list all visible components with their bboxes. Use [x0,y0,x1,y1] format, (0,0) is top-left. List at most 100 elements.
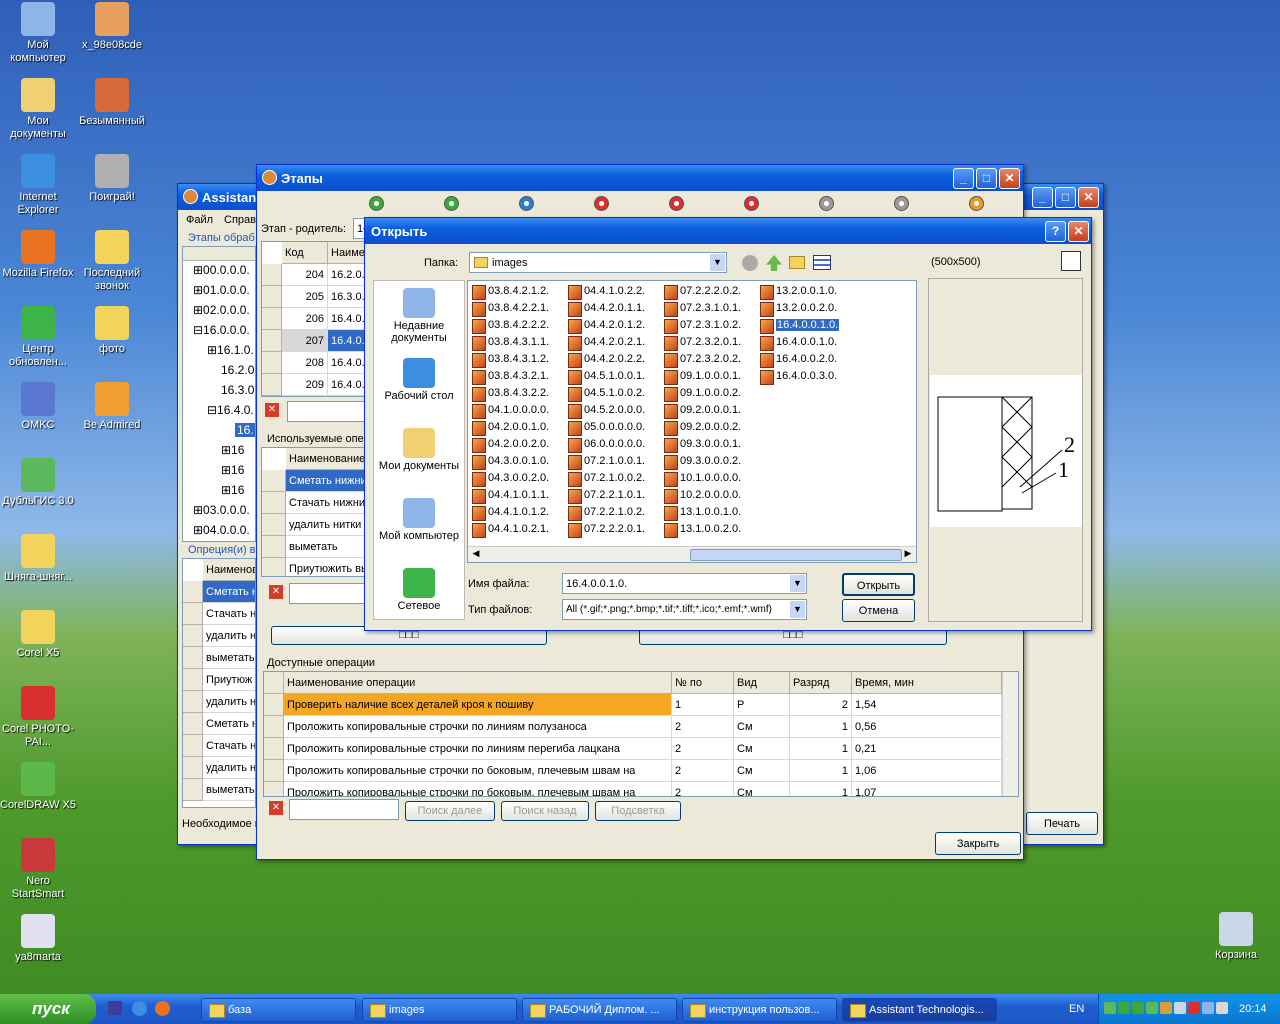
place-recent-docs[interactable]: Недавние документы [377,288,461,344]
row-selector[interactable] [262,558,286,576]
file-item[interactable]: 04.3.0.0.1.0. [470,454,549,470]
file-item[interactable]: 16.4.0.0.1.0. [758,318,840,334]
stage-name[interactable]: 16.4.0. [328,374,364,396]
stage-code[interactable]: 204 [282,264,328,286]
quicklaunch-save-icon[interactable] [108,1001,122,1015]
file-item[interactable]: 04.4.1.0.2.2. [566,284,645,300]
tree-item[interactable]: ⊟16.0.0.0. [193,323,250,337]
desktop-icon[interactable]: Центр обновлен... [0,306,76,369]
stage-code[interactable]: 205 [282,286,328,308]
next-icon[interactable] [594,196,609,211]
file-item[interactable]: 04.4.1.0.2.1. [470,522,549,538]
desktop-icon[interactable]: OMKC [0,382,76,432]
desktop-icon[interactable]: ДубльГИС 3.0 [0,458,76,508]
op-name[interactable]: Проложить копировальные строчки по боков… [284,782,672,796]
file-item[interactable]: 04.4.1.0.1.1. [470,488,549,504]
place-my-documents[interactable]: Мои документы [377,428,461,472]
file-item[interactable]: 04.3.0.0.2.0. [470,471,549,487]
tree-item[interactable]: 16. [235,423,255,437]
desktop-icon[interactable]: Corel X5 [0,610,76,660]
scroll-right-icon[interactable]: ▶ [901,548,915,561]
file-item[interactable]: 04.4.2.0.2.2. [566,352,645,368]
view-menu-icon[interactable] [813,255,831,270]
row-selector[interactable] [264,782,284,796]
ops-row[interactable]: Стачать н [203,603,255,625]
row-selector[interactable] [262,536,286,558]
desktop-icon[interactable]: Corel PHOTO-PAI... [0,686,76,749]
minimize-button[interactable]: _ [1032,187,1053,208]
file-item[interactable]: 03.8.4.3.2.1. [470,369,549,385]
tree-item[interactable]: ⊞16 [221,443,244,457]
ops-row[interactable]: Сметать н [203,581,255,603]
tree-item[interactable]: ⊞16 [221,483,244,497]
file-item[interactable]: 07.2.3.2.0.2. [662,352,741,368]
tray-icon[interactable] [1118,1002,1130,1014]
search-prev-button[interactable]: Поиск назад [501,801,589,821]
scroll-left-icon[interactable]: ◀ [469,548,483,561]
stage-code[interactable]: 207 [282,330,328,352]
file-item[interactable]: 10.2.0.0.0.0. [662,488,741,504]
clear-filter-icon[interactable]: ✕ [265,403,279,417]
tray-icon[interactable] [1174,1002,1186,1014]
used-ops-grid[interactable]: Наименование Сметать нижни Стачать нижни у… [261,447,365,577]
tree-item[interactable]: 16.3.0. [221,383,255,397]
maximize-button[interactable]: □ [976,168,997,189]
row-selector[interactable] [183,581,203,603]
op-grade[interactable]: 2 [790,694,852,716]
highlight-button[interactable]: Подсветка [595,801,681,821]
op-grade[interactable]: 1 [790,760,852,782]
op-kind[interactable]: См [734,760,790,782]
desktop-icon[interactable]: Безымянный [74,78,150,128]
quicklaunch-firefox-icon[interactable] [155,1001,170,1016]
file-item[interactable]: 09.2.0.0.0.2. [662,420,741,436]
chevron-down-icon[interactable]: ▼ [710,254,725,271]
taskbar-item-images[interactable]: images [362,998,517,1022]
used-op-row[interactable]: выметать [286,536,364,558]
close-button[interactable]: ✕ [1068,221,1089,242]
stages-title-bar[interactable]: Этапы _ □ ✕ [257,165,1023,191]
file-item[interactable]: 04.1.0.0.0.0. [470,403,549,419]
op-time[interactable]: 1,07 [852,782,1002,796]
stage-name[interactable]: 16.4.0. [328,330,364,352]
file-item[interactable]: 05.0.0.0.0.0. [566,420,645,436]
row-selector[interactable] [183,647,203,669]
file-item[interactable]: 03.8.4.3.2.2. [470,386,549,402]
file-item[interactable]: 16.4.0.0.1.0. [758,335,837,351]
new-folder-icon[interactable] [789,256,805,269]
horizontal-scrollbar[interactable]: ◀ ▶ [468,546,916,562]
file-item[interactable]: 09.1.0.0.0.1. [662,369,741,385]
file-item[interactable]: 04.4.1.0.1.2. [470,505,549,521]
row-selector[interactable] [262,264,282,286]
stage-name[interactable]: 16.3.0. [328,286,364,308]
file-list[interactable]: 03.8.4.2.1.2. 03.8.4.2.2.1. 03.8.4.2.2.2. 0… [467,280,917,563]
remove-icon[interactable] [744,196,759,211]
op-num[interactable]: 2 [672,760,734,782]
row-selector[interactable] [183,625,203,647]
stage-name[interactable]: 16.4.0. [328,308,364,330]
desktop-icon[interactable]: Шняга-шняг... [0,534,76,584]
taskbar-item-baza[interactable]: база [201,998,356,1022]
check-icon[interactable] [894,196,909,211]
row-selector[interactable] [262,492,286,514]
file-item[interactable]: 09.3.0.0.0.1. [662,437,741,453]
file-item[interactable]: 07.2.2.1.0.1. [566,488,645,504]
op-name[interactable]: Проложить копировальные строчки по боков… [284,760,672,782]
tray-icon[interactable] [1202,1002,1214,1014]
tray-icon[interactable] [1188,1002,1200,1014]
stage-name[interactable]: 16.2.0. [328,264,364,286]
open-button[interactable]: Открыть [842,573,915,596]
desktop-icon[interactable]: фото [74,306,150,356]
desktop-icon[interactable]: Nero StartSmart [0,838,76,901]
tray-icon[interactable] [1104,1002,1116,1014]
filename-input[interactable]: 16.4.0.0.1.0. [562,573,807,594]
file-item[interactable]: 03.8.4.2.1.2. [470,284,549,300]
place-desktop[interactable]: Рабочий стол [377,358,461,402]
desktop-icon[interactable]: CorelDRAW X5 [0,762,76,812]
op-time[interactable]: 0,56 [852,716,1002,738]
search-input[interactable] [289,799,399,820]
op-time[interactable]: 1,06 [852,760,1002,782]
row-selector[interactable] [262,330,282,352]
ops-row[interactable]: удалить н [203,625,255,647]
tree-item[interactable]: ⊞03.0.0.0. [193,503,250,517]
ops-row[interactable]: выметать [203,647,255,669]
